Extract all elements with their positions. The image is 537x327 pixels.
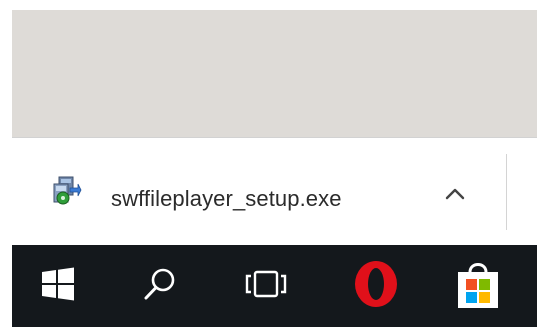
opera-browser-icon: [353, 259, 399, 314]
store-taskbar-button[interactable]: [448, 245, 508, 327]
task-view-button[interactable]: [236, 245, 296, 327]
installer-file-icon: [48, 174, 82, 208]
browser-content-area: [12, 10, 537, 137]
download-item[interactable]: swffileplayer_setup.exe: [12, 138, 502, 246]
search-button[interactable]: [130, 245, 190, 327]
opera-taskbar-button[interactable]: [346, 245, 406, 327]
task-view-icon: [244, 269, 288, 304]
search-icon: [142, 266, 178, 307]
microsoft-store-icon: [455, 258, 501, 315]
chevron-up-icon[interactable]: [442, 184, 468, 204]
shelf-divider: [506, 154, 507, 230]
download-file-name: swffileplayer_setup.exe: [111, 186, 342, 211]
download-shelf: swffileplayer_setup.exe: [12, 137, 537, 246]
screen: swffileplayer_setup.exe: [0, 0, 537, 327]
windows-start-icon: [40, 266, 76, 307]
taskbar: [12, 245, 537, 327]
start-button[interactable]: [28, 245, 88, 327]
